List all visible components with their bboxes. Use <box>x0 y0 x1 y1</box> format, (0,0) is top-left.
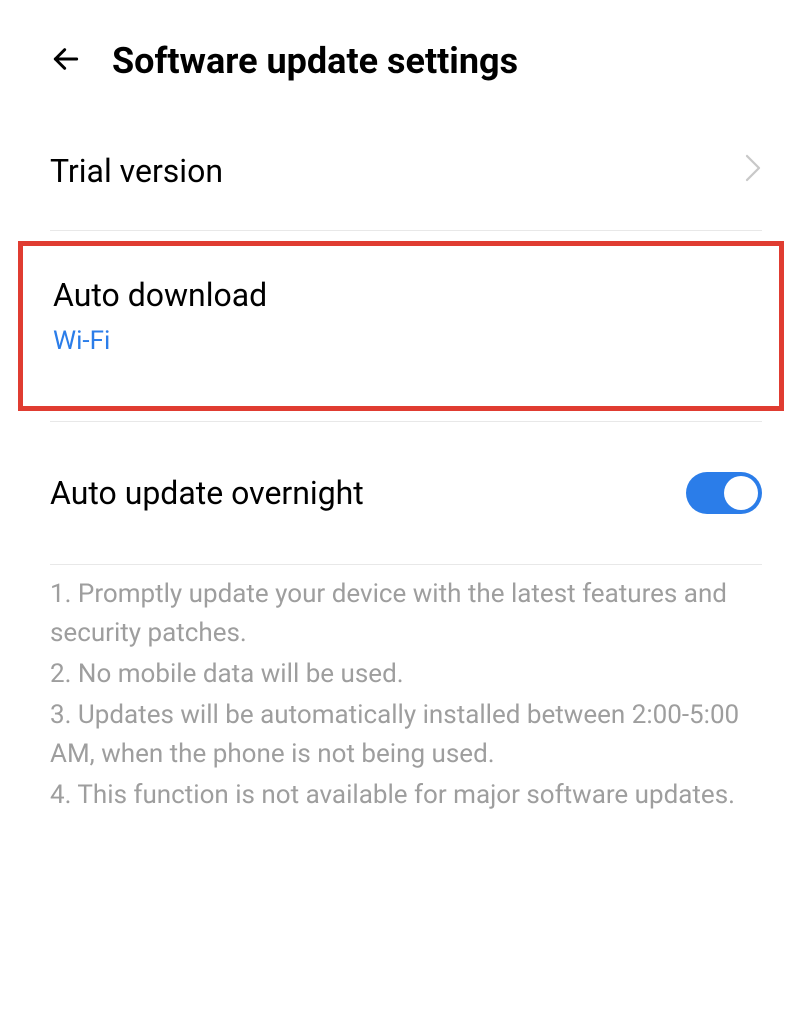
auto-download-title: Auto download <box>53 276 757 314</box>
toggle-thumb <box>724 476 758 510</box>
chevron-right-icon <box>744 153 762 190</box>
auto-update-item: Auto update overnight <box>0 422 802 564</box>
auto-download-item[interactable]: Auto download Wi-Fi <box>53 276 757 356</box>
trial-version-content: Trial version <box>50 152 223 190</box>
auto-update-toggle[interactable] <box>686 472 762 514</box>
note-1: 1. Promptly update your device with the … <box>50 575 762 653</box>
auto-download-subtitle: Wi-Fi <box>53 326 757 356</box>
notes-section: 1. Promptly update your device with the … <box>0 565 802 847</box>
page-title: Software update settings <box>112 40 518 82</box>
header: Software update settings <box>0 0 802 112</box>
trial-version-item[interactable]: Trial version <box>0 112 802 230</box>
trial-version-title: Trial version <box>50 152 223 190</box>
note-2: 2. No mobile data will be used. <box>50 655 762 694</box>
auto-download-highlight: Auto download Wi-Fi <box>18 241 784 411</box>
auto-download-content: Auto download Wi-Fi <box>53 276 757 356</box>
settings-list: Trial version Auto download Wi-Fi Auto u… <box>0 112 802 847</box>
auto-update-title: Auto update overnight <box>50 474 364 512</box>
note-4: 4. This function is not available for ma… <box>50 776 762 815</box>
divider <box>50 230 762 231</box>
back-arrow-icon[interactable] <box>50 43 82 80</box>
note-3: 3. Updates will be automatically install… <box>50 696 762 774</box>
